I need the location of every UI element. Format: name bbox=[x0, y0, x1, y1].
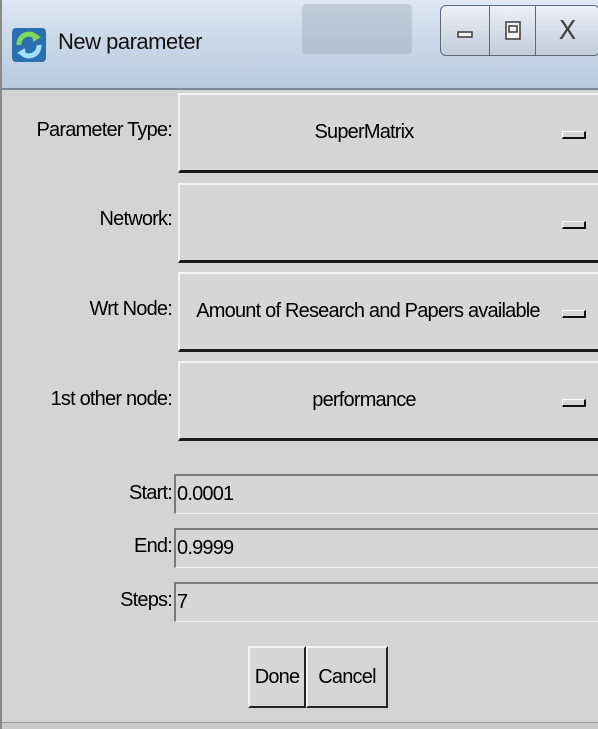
parameter-type-value: SuperMatrix bbox=[314, 121, 414, 143]
window-title: New parameter bbox=[58, 29, 202, 54]
minimize-icon bbox=[457, 30, 473, 38]
close-icon: X bbox=[558, 15, 577, 46]
wrt-node-select[interactable]: Amount of Research and Papers available bbox=[178, 272, 598, 352]
option-menu-indicator-icon bbox=[562, 221, 586, 229]
window-controls: X bbox=[440, 5, 598, 56]
new-parameter-dialog: New parameter X Parameter Type: SuperMat… bbox=[0, 0, 598, 729]
other-node-label: 1st other node: bbox=[50, 388, 173, 410]
steps-label: Steps: bbox=[120, 589, 173, 611]
start-input[interactable] bbox=[174, 474, 598, 514]
minimize-button[interactable] bbox=[440, 5, 490, 56]
network-label: Network: bbox=[99, 208, 172, 230]
window-bottom-border bbox=[2, 722, 598, 729]
done-button[interactable]: Done bbox=[248, 646, 306, 708]
wrt-node-value: Amount of Research and Papers available bbox=[196, 300, 540, 322]
maximize-icon bbox=[504, 20, 521, 40]
other-node-value: performance bbox=[312, 389, 416, 411]
option-menu-indicator-icon bbox=[562, 310, 586, 318]
parameter-type-select[interactable]: SuperMatrix bbox=[178, 93, 598, 173]
cancel-button[interactable]: Cancel bbox=[306, 646, 388, 708]
end-input[interactable] bbox=[174, 528, 598, 568]
other-node-select[interactable]: performance bbox=[178, 361, 598, 441]
network-select[interactable] bbox=[178, 183, 598, 263]
option-menu-indicator-icon bbox=[562, 399, 586, 407]
maximize-button[interactable] bbox=[490, 5, 536, 56]
start-label: Start: bbox=[129, 482, 173, 504]
background-window-blur bbox=[302, 4, 412, 54]
option-menu-indicator-icon bbox=[562, 131, 586, 139]
parameter-type-label: Parameter Type: bbox=[36, 119, 173, 141]
wrt-node-label: Wrt Node: bbox=[89, 298, 173, 320]
close-button[interactable]: X bbox=[536, 5, 598, 56]
title-bar[interactable]: New parameter X bbox=[2, 0, 598, 90]
network-value bbox=[180, 185, 548, 260]
steps-input[interactable] bbox=[174, 582, 598, 622]
end-label: End: bbox=[134, 535, 173, 557]
refresh-app-icon bbox=[12, 28, 46, 62]
